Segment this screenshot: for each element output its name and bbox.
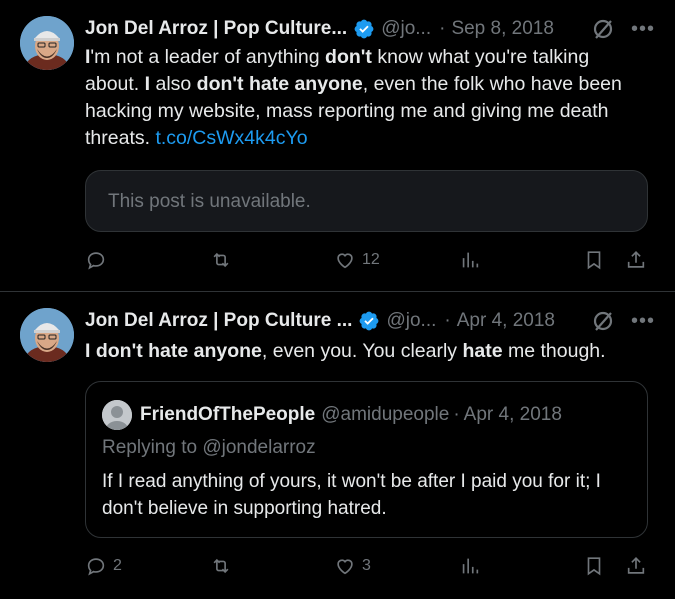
avatar-image — [20, 16, 74, 70]
action-bar: 2 3 — [85, 555, 655, 581]
separator-dot: · — [453, 404, 460, 425]
share-button[interactable] — [625, 249, 647, 271]
quoted-author-name: FriendOfThePeople — [140, 404, 316, 425]
reply-icon — [87, 252, 105, 270]
avatar-image — [20, 308, 74, 362]
bookmark-icon — [587, 251, 601, 270]
default-avatar-icon — [102, 400, 132, 430]
heart-icon — [337, 253, 353, 269]
retweet-button[interactable] — [210, 249, 238, 271]
replying-to: Replying to @jondelarroz — [102, 437, 316, 458]
verified-badge-icon — [360, 311, 379, 331]
tweet-header: Jon Del Arroz | Pop Culture ... @jo... ·… — [85, 308, 655, 334]
tweet-link[interactable]: t.co/CsWx4k4cYo — [155, 127, 307, 149]
quoted-tweet-text: If I read anything of yours, it won't be… — [102, 471, 601, 519]
verified-badge-icon — [354, 19, 374, 39]
tweet[interactable]: Jon Del Arroz | Pop Culture... @jo... · … — [0, 0, 675, 292]
quoted-author-handle: @amidupeople — [321, 404, 450, 425]
separator-dot: · — [439, 18, 446, 39]
quoted-avatar — [102, 400, 132, 430]
retweet-button[interactable] — [210, 555, 238, 577]
views-button[interactable] — [459, 555, 481, 577]
like-button[interactable]: 12 — [334, 249, 380, 271]
unavailable-text: This post is unavailable. — [108, 191, 311, 212]
bookmark-icon — [587, 557, 601, 576]
tweet-header: Jon Del Arroz | Pop Culture... @jo... · … — [85, 16, 655, 42]
quoted-post-date: Apr 4, 2018 — [463, 404, 562, 425]
reply-icon — [87, 558, 105, 576]
like-button[interactable]: 3 — [334, 555, 371, 577]
author-handle[interactable]: @jo... — [386, 310, 436, 332]
retweet-icon — [213, 252, 229, 268]
action-bar: 12 — [85, 249, 655, 275]
grok-icon[interactable] — [591, 17, 615, 41]
bookmark-button[interactable] — [583, 555, 605, 577]
avatar[interactable] — [20, 308, 74, 362]
post-date[interactable]: Apr 4, 2018 — [457, 310, 555, 332]
share-icon — [627, 251, 645, 268]
grok-icon[interactable] — [591, 309, 615, 333]
unavailable-post-card: This post is unavailable. — [85, 170, 648, 232]
author-name[interactable]: Jon Del Arroz | Pop Culture ... — [85, 310, 352, 332]
share-icon — [627, 557, 645, 574]
views-button[interactable] — [459, 249, 481, 271]
bookmark-button[interactable] — [583, 249, 605, 271]
quoted-tweet-header: FriendOfThePeople @amidupeople · Apr 4, … — [102, 400, 562, 430]
author-handle[interactable]: @jo... — [381, 18, 431, 40]
heart-icon — [337, 559, 353, 575]
separator-dot: · — [444, 310, 451, 331]
tweet-text: I don't hate anyone, even you. You clear… — [85, 340, 606, 362]
reply-button[interactable]: 2 — [85, 555, 122, 577]
more-options-icon[interactable]: ••• — [631, 310, 655, 333]
avatar[interactable] — [20, 16, 74, 70]
retweet-icon — [213, 558, 229, 574]
views-chart-icon — [462, 252, 479, 268]
tweet[interactable]: Jon Del Arroz | Pop Culture ... @jo... ·… — [0, 292, 675, 599]
quoted-tweet[interactable]: FriendOfThePeople @amidupeople · Apr 4, … — [85, 381, 648, 538]
views-chart-icon — [462, 558, 479, 574]
post-date[interactable]: Sep 8, 2018 — [451, 18, 553, 40]
share-button[interactable] — [625, 555, 647, 577]
more-options-icon[interactable]: ••• — [631, 18, 655, 41]
tweet-text: I'm not a leader of anything don't know … — [85, 46, 622, 149]
author-name[interactable]: Jon Del Arroz | Pop Culture... — [85, 18, 347, 40]
reply-button[interactable] — [85, 249, 113, 271]
